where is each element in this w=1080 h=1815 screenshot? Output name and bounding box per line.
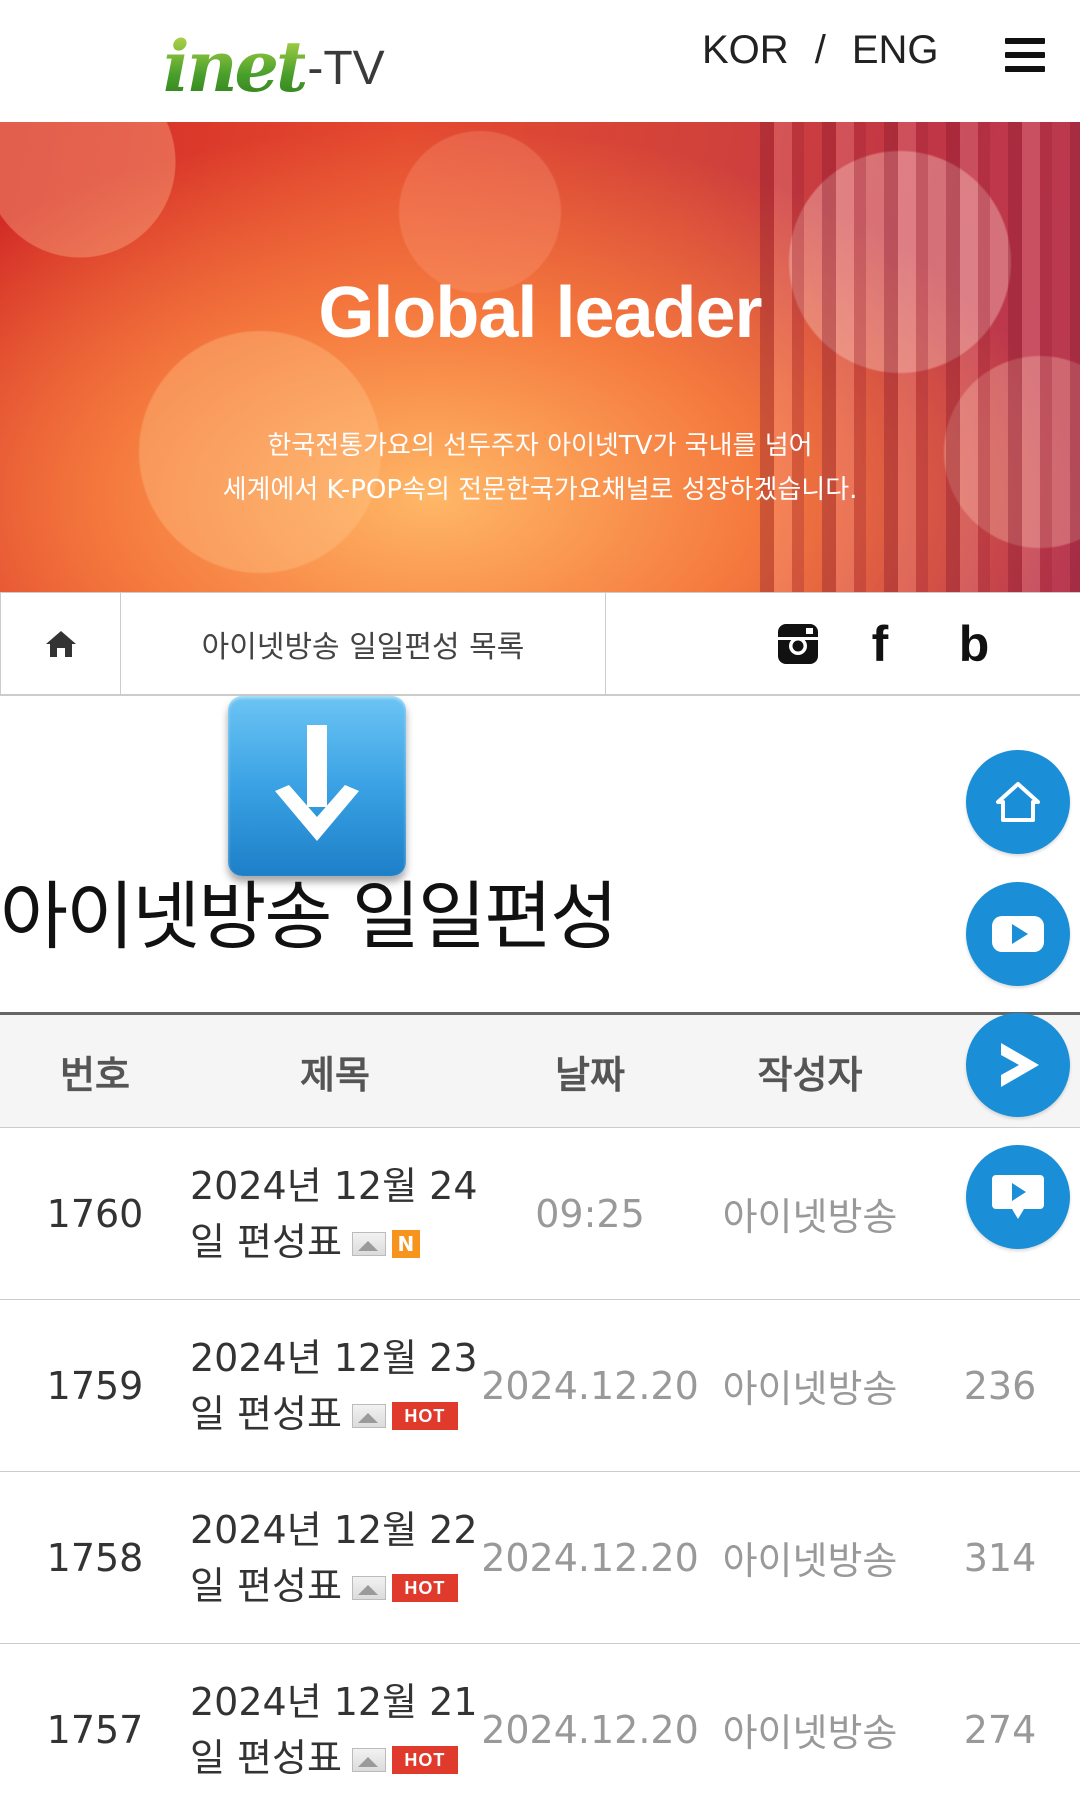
lang-eng-link[interactable]: ENG bbox=[852, 28, 939, 73]
hero-banner: Global leader 한국전통가요의 선두주자 아이넷TV가 국내를 넘어… bbox=[0, 122, 1080, 592]
banner-decoration bbox=[760, 122, 1080, 592]
row-views: 236 bbox=[963, 1363, 1037, 1408]
breadcrumb-current[interactable]: 아이넷방송 일일편성 목록 bbox=[121, 593, 606, 695]
new-badge: N bbox=[391, 1230, 420, 1258]
row-number: 1759 bbox=[46, 1363, 144, 1408]
breadcrumb-home-button[interactable] bbox=[0, 593, 121, 695]
blog-icon[interactable]: b bbox=[952, 593, 996, 695]
row-title[interactable]: 2024년 12월 23 일 편성표 HOT bbox=[190, 1300, 480, 1471]
row-author: 아이넷방송 bbox=[722, 1367, 898, 1411]
row-author: 아이넷방송 bbox=[722, 1539, 898, 1583]
fab-chat-button[interactable] bbox=[966, 1145, 1070, 1249]
table-row[interactable]: 1758 2024년 12월 22 일 편성표 HOT 2024.12.20 아이… bbox=[0, 1472, 1080, 1644]
table-row[interactable]: 1757 2024년 12월 21 일 편성표 HOT 2024.12.20 아이… bbox=[0, 1644, 1080, 1815]
download-arrow-icon bbox=[228, 696, 406, 876]
row-title-line2: 일 편성표 bbox=[190, 1735, 342, 1780]
row-number: 1760 bbox=[46, 1191, 144, 1236]
inet-tv-logo[interactable]: inet -TV bbox=[163, 22, 385, 102]
image-attachment-icon bbox=[351, 1404, 386, 1428]
hamburger-menu-icon[interactable] bbox=[1005, 38, 1045, 72]
column-header-date: 날짜 bbox=[555, 1053, 625, 1097]
row-date: 2024.12.20 bbox=[481, 1363, 699, 1408]
column-header-title: 제목 bbox=[300, 1053, 370, 1097]
schedule-table: 번호 제목 날짜 작성자 1760 2024년 12월 24 일 편성표 N 09… bbox=[0, 1012, 1080, 1815]
column-header-author: 작성자 bbox=[757, 1053, 863, 1097]
row-title-line2: 일 편성표 bbox=[190, 1563, 342, 1608]
row-views: 274 bbox=[963, 1707, 1037, 1752]
hot-badge: HOT bbox=[391, 1402, 458, 1430]
row-date: 2024.12.20 bbox=[481, 1707, 699, 1752]
chat-play-icon bbox=[992, 1175, 1044, 1219]
banner-subtitle-line1: 한국전통가요의 선두주자 아이넷TV가 국내를 넘어 bbox=[267, 431, 813, 461]
row-number: 1757 bbox=[46, 1707, 144, 1752]
banner-subtitle-line2: 세계에서 K-POP속의 전문한국가요채널로 성장하겠습니다. bbox=[222, 475, 858, 505]
table-row[interactable]: 1759 2024년 12월 23 일 편성표 HOT 2024.12.20 아이… bbox=[0, 1300, 1080, 1472]
row-title[interactable]: 2024년 12월 21 일 편성표 HOT bbox=[190, 1644, 480, 1815]
table-header: 번호 제목 날짜 작성자 bbox=[0, 1012, 1080, 1128]
instagram-glyph bbox=[778, 624, 818, 664]
image-attachment-icon bbox=[351, 1748, 386, 1772]
row-title[interactable]: 2024년 12월 22 일 편성표 HOT bbox=[190, 1472, 480, 1643]
row-title-line1: 2024년 12월 22 bbox=[190, 1507, 478, 1552]
language-switcher: KOR / ENG bbox=[702, 28, 939, 73]
logo-tv-text: -TV bbox=[307, 42, 385, 96]
hot-badge: HOT bbox=[391, 1574, 458, 1602]
youtube-play-icon bbox=[992, 916, 1044, 952]
row-views: 314 bbox=[963, 1535, 1037, 1580]
row-number: 1758 bbox=[46, 1535, 144, 1580]
row-title[interactable]: 2024년 12월 24 일 편성표 N bbox=[190, 1128, 480, 1299]
page-title: 아이넷방송 일일편성 bbox=[0, 874, 618, 960]
row-date: 09:25 bbox=[535, 1191, 645, 1236]
banner-subtitle: 한국전통가요의 선두주자 아이넷TV가 국내를 넘어 세계에서 K-POP속의 … bbox=[0, 424, 1080, 512]
lang-separator: / bbox=[814, 28, 826, 72]
row-title-line2: 일 편성표 bbox=[190, 1391, 342, 1436]
row-title-line2: 일 편성표 bbox=[190, 1219, 342, 1264]
banner-title: Global leader bbox=[318, 273, 762, 353]
arrow-down-glyph bbox=[275, 725, 359, 841]
breadcrumb-bar: 아이넷방송 일일편성 목록 f b bbox=[0, 592, 1080, 696]
play-arrow-icon bbox=[1001, 1043, 1039, 1087]
home-icon bbox=[45, 631, 76, 657]
row-title-line1: 2024년 12월 24 bbox=[190, 1163, 478, 1208]
fab-youtube-button[interactable] bbox=[966, 882, 1070, 986]
logo-inet-text: inet bbox=[163, 25, 308, 108]
image-attachment-icon bbox=[351, 1576, 386, 1600]
fab-home-button[interactable] bbox=[966, 750, 1070, 854]
home-outline-icon bbox=[996, 782, 1040, 822]
row-author: 아이넷방송 bbox=[722, 1195, 898, 1239]
instagram-icon[interactable] bbox=[770, 593, 826, 695]
row-title-line1: 2024년 12월 21 bbox=[190, 1679, 478, 1724]
fab-play-button[interactable] bbox=[966, 1013, 1070, 1117]
hot-badge: HOT bbox=[391, 1746, 458, 1774]
row-title-line1: 2024년 12월 23 bbox=[190, 1335, 478, 1380]
column-header-num: 번호 bbox=[60, 1053, 130, 1097]
row-author: 아이넷방송 bbox=[722, 1711, 898, 1755]
lang-kor-link[interactable]: KOR bbox=[702, 28, 789, 73]
facebook-icon[interactable]: f bbox=[860, 593, 900, 695]
site-header: inet -TV KOR / ENG bbox=[0, 0, 1080, 122]
image-attachment-icon bbox=[351, 1232, 386, 1256]
table-row[interactable]: 1760 2024년 12월 24 일 편성표 N 09:25 아이넷방송 bbox=[0, 1128, 1080, 1300]
row-date: 2024.12.20 bbox=[481, 1535, 699, 1580]
